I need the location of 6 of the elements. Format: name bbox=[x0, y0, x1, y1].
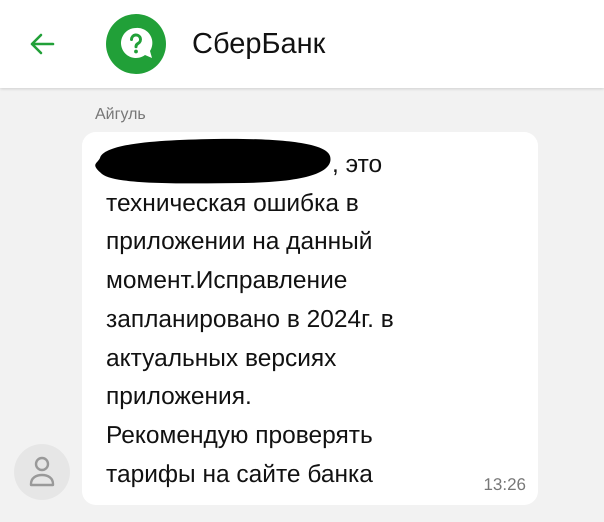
chat-title: СберБанк bbox=[192, 28, 326, 60]
chat-question-icon bbox=[106, 14, 166, 74]
message-text: , это техническая ошибка в приложении на данный момент.Исправление запланировано в 2024г. в актуальных версиях приложения. Рекомендую проверять тарифы на сайте банка bbox=[106, 150, 394, 490]
sender-name: Айгуль bbox=[95, 106, 147, 125]
back-arrow-icon[interactable] bbox=[29, 33, 55, 55]
message-time: 13:26 bbox=[483, 475, 526, 495]
